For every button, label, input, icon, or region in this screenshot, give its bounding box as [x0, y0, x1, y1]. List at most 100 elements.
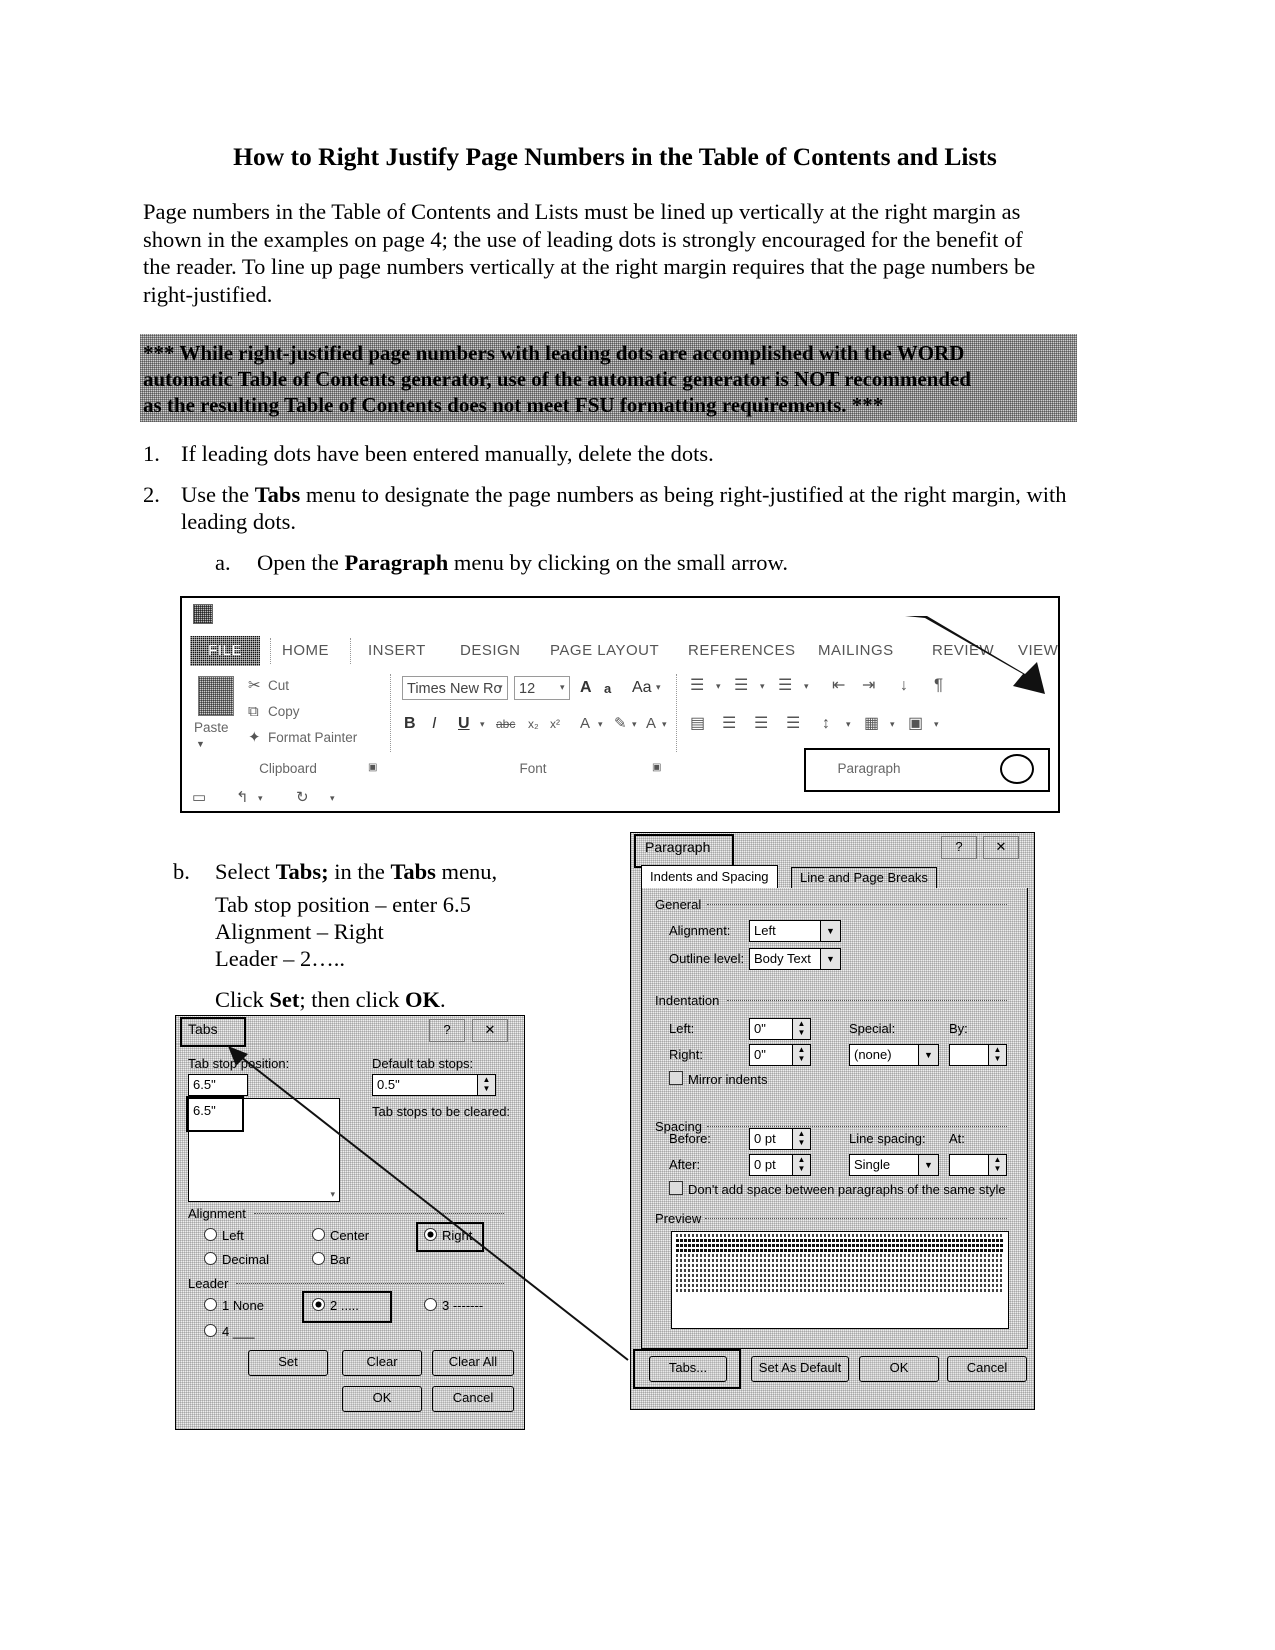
- format-painter-label[interactable]: Format Painter: [268, 730, 357, 745]
- special-chevron-down-icon[interactable]: ▼: [918, 1045, 938, 1065]
- align-right-icon[interactable]: ☰: [754, 716, 768, 732]
- quick-access-toolbar[interactable]: [190, 602, 216, 626]
- tabs-clear-button[interactable]: Clear: [342, 1350, 422, 1376]
- dont-add-space-checkbox[interactable]: Don't add space between paragraphs of th…: [669, 1181, 1006, 1197]
- tab-line-and-page-breaks[interactable]: Line and Page Breaks: [791, 867, 937, 889]
- italic-icon[interactable]: I: [432, 716, 436, 732]
- customize-qat-chevron-down-icon[interactable]: ▾: [330, 794, 335, 803]
- multilevel-list-icon[interactable]: ☰: [778, 678, 792, 694]
- by-spinner[interactable]: ▲ ▼: [988, 1045, 1006, 1065]
- at-input[interactable]: ▲ ▼: [949, 1154, 1007, 1176]
- paragraph-cancel-button[interactable]: Cancel: [947, 1356, 1027, 1382]
- ribbon-tab-home[interactable]: HOME: [282, 636, 329, 666]
- cut-label[interactable]: Cut: [268, 678, 289, 693]
- shrink-font-icon[interactable]: a: [604, 682, 611, 695]
- tab-stop-position-input[interactable]: 6.5": [188, 1074, 248, 1096]
- superscript-icon[interactable]: x²: [550, 718, 560, 730]
- tabs-ok-button[interactable]: OK: [342, 1386, 422, 1412]
- leader-radio-none[interactable]: 1 None: [204, 1298, 264, 1313]
- font-size-chevron-down-icon[interactable]: ▾: [560, 683, 565, 692]
- subscript-icon[interactable]: x₂: [528, 718, 539, 730]
- paragraph-close-button[interactable]: ✕: [983, 836, 1019, 859]
- alignment-chevron-down-icon[interactable]: ▼: [820, 921, 840, 941]
- align-left-icon[interactable]: ▤: [690, 716, 705, 732]
- undo-chevron-down-icon[interactable]: ▾: [258, 794, 263, 803]
- paragraph-tabs-button[interactable]: Tabs...: [649, 1356, 727, 1382]
- ribbon-tab-mailings[interactable]: MAILINGS: [818, 636, 894, 666]
- spacing-after-input[interactable]: 0 pt ▲ ▼: [749, 1154, 811, 1176]
- line-spacing-icon[interactable]: ↕: [822, 716, 830, 732]
- change-case-icon[interactable]: Aa: [632, 680, 652, 696]
- borders-icon[interactable]: ▣: [908, 716, 923, 732]
- shading-icon[interactable]: ▦: [864, 716, 879, 732]
- indent-right-input[interactable]: 0" ▲ ▼: [749, 1044, 811, 1066]
- paste-chevron-down-icon[interactable]: ▼: [196, 740, 205, 749]
- text-effects-chevron-down-icon[interactable]: ▾: [598, 720, 603, 729]
- line-spacing-combo[interactable]: Single ▼: [849, 1154, 939, 1176]
- font-name-chevron-down-icon[interactable]: ▾: [498, 683, 503, 692]
- underline-chevron-down-icon[interactable]: ▾: [480, 720, 485, 729]
- multilevel-chevron-down-icon[interactable]: ▾: [804, 682, 809, 691]
- tabs-clear-all-button[interactable]: Clear All: [432, 1350, 514, 1376]
- tabs-set-button[interactable]: Set: [248, 1350, 328, 1376]
- special-combo[interactable]: (none) ▼: [849, 1044, 939, 1066]
- ribbon-tab-design[interactable]: DESIGN: [460, 636, 521, 666]
- redo-icon[interactable]: ↻: [296, 790, 309, 805]
- underline-icon[interactable]: U: [458, 716, 470, 732]
- paragraph-help-button[interactable]: ?: [941, 836, 977, 859]
- numbering-chevron-down-icon[interactable]: ▾: [760, 682, 765, 691]
- save-icon[interactable]: ▭: [192, 790, 206, 805]
- copy-label[interactable]: Copy: [268, 704, 300, 719]
- alignment-radio-left[interactable]: Left: [204, 1228, 244, 1243]
- alignment-radio-bar[interactable]: Bar: [312, 1252, 350, 1267]
- alignment-radio-decimal[interactable]: Decimal: [204, 1252, 269, 1267]
- highlight-chevron-down-icon[interactable]: ▾: [632, 720, 637, 729]
- font-color-chevron-down-icon[interactable]: ▾: [662, 720, 667, 729]
- strikethrough-icon[interactable]: abc: [496, 718, 515, 730]
- paste-label[interactable]: Paste: [194, 720, 229, 735]
- show-formatting-marks-icon[interactable]: ¶: [934, 676, 943, 693]
- grow-font-icon[interactable]: A: [580, 680, 592, 696]
- text-effects-icon[interactable]: A: [580, 716, 590, 731]
- ribbon-tab-view[interactable]: VIEW: [1018, 636, 1058, 666]
- decrease-indent-icon[interactable]: ⇤: [832, 678, 845, 694]
- text-highlight-icon[interactable]: ✎: [614, 716, 627, 731]
- bullets-chevron-down-icon[interactable]: ▾: [716, 682, 721, 691]
- change-case-chevron-down-icon[interactable]: ▾: [656, 683, 661, 692]
- by-input[interactable]: ▲ ▼: [949, 1044, 1007, 1066]
- ribbon-tab-file[interactable]: FILE: [190, 636, 260, 666]
- default-tab-stops-spinner[interactable]: ▲ ▼: [477, 1075, 495, 1095]
- bold-icon[interactable]: B: [404, 716, 416, 732]
- paragraph-ok-button[interactable]: OK: [859, 1356, 939, 1382]
- font-name-combo[interactable]: Times New Ro: [402, 676, 508, 700]
- numbering-icon[interactable]: ☰: [734, 678, 748, 694]
- align-center-icon[interactable]: ☰: [722, 716, 736, 732]
- outline-level-chevron-down-icon[interactable]: ▼: [820, 949, 840, 969]
- tab-indents-and-spacing[interactable]: Indents and Spacing: [641, 865, 778, 889]
- sort-icon[interactable]: ↓: [900, 678, 908, 694]
- leader-radio-4[interactable]: 4 ___: [204, 1324, 255, 1339]
- line-spacing-chevron-down-icon[interactable]: ▾: [846, 720, 851, 729]
- leader-radio-3[interactable]: 3 -------: [424, 1298, 483, 1313]
- spacing-before-spinner[interactable]: ▲ ▼: [792, 1129, 810, 1149]
- alignment-combo[interactable]: Left ▼: [749, 920, 841, 942]
- font-color-icon[interactable]: A: [646, 716, 656, 731]
- indent-left-spinner[interactable]: ▲ ▼: [792, 1019, 810, 1039]
- ribbon-tab-review[interactable]: REVIEW: [932, 636, 994, 666]
- tabs-help-button[interactable]: ?: [429, 1019, 465, 1042]
- ribbon-tab-page-layout[interactable]: PAGE LAYOUT: [550, 636, 659, 666]
- paragraph-dialog-launcher-circle[interactable]: [1000, 754, 1034, 784]
- justify-icon[interactable]: ☰: [786, 716, 800, 732]
- clipboard-dialog-launcher-icon[interactable]: ▣: [368, 763, 377, 773]
- ribbon-tab-insert[interactable]: INSERT: [368, 636, 426, 666]
- outline-level-combo[interactable]: Body Text ▼: [749, 948, 841, 970]
- default-tab-stops-input[interactable]: 0.5" ▲ ▼: [372, 1074, 496, 1096]
- font-dialog-launcher-icon[interactable]: ▣: [652, 763, 661, 773]
- at-spinner[interactable]: ▲ ▼: [988, 1155, 1006, 1175]
- shading-chevron-down-icon[interactable]: ▾: [890, 720, 895, 729]
- alignment-radio-center[interactable]: Center: [312, 1228, 369, 1243]
- mirror-indents-checkbox[interactable]: Mirror indents: [669, 1071, 767, 1087]
- set-as-default-button[interactable]: Set As Default: [751, 1356, 849, 1382]
- indent-right-spinner[interactable]: ▲ ▼: [792, 1045, 810, 1065]
- line-spacing-chevron-down-icon[interactable]: ▼: [918, 1155, 938, 1175]
